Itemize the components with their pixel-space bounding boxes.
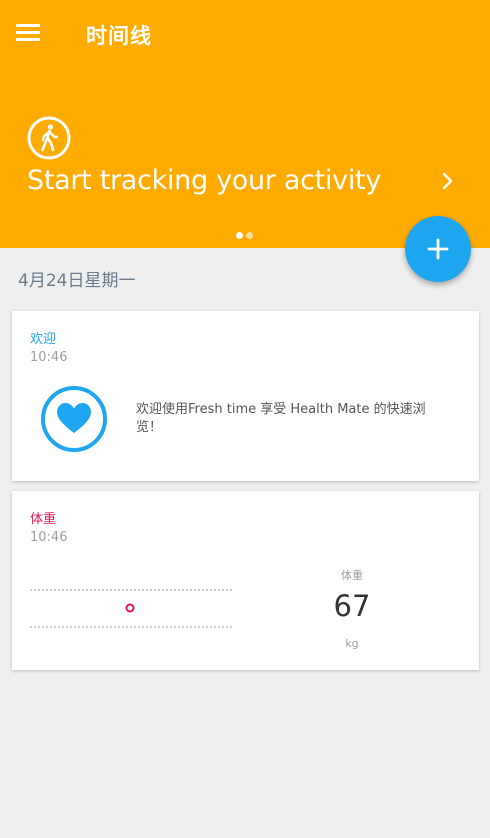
weight-unit: kg: [345, 637, 359, 650]
weight-value-label: 体重: [341, 569, 363, 582]
heart-icon: [41, 386, 107, 452]
chevron-right-icon[interactable]: [438, 168, 458, 194]
card-title: 欢迎: [30, 332, 57, 347]
pager-dot-active[interactable]: [236, 232, 243, 239]
banner-pager: [236, 232, 253, 239]
card-time: 10:46: [30, 530, 68, 545]
welcome-card[interactable]: 欢迎 10:46 欢迎使用Fresh time 享受 Health Mate 的…: [12, 311, 479, 481]
menu-icon[interactable]: [16, 24, 40, 42]
page-title: 时间线: [86, 24, 152, 48]
plus-icon: [427, 238, 449, 260]
walking-person-icon: [27, 116, 71, 160]
add-button[interactable]: [405, 216, 471, 282]
activity-banner[interactable]: Start tracking your activity: [0, 110, 490, 210]
weight-value: 67: [333, 589, 371, 623]
header: 时间线 Start tracking your activity: [0, 0, 490, 248]
timeline-date: 4月24日星期一: [18, 271, 136, 291]
card-time: 10:46: [30, 350, 68, 365]
card-title: 体重: [30, 512, 57, 527]
weight-data-point: [125, 603, 135, 613]
pager-dot[interactable]: [246, 232, 253, 239]
weight-card[interactable]: 体重 10:46 体重 67 kg: [12, 491, 479, 670]
welcome-message: 欢迎使用Fresh time 享受 Health Mate 的快速浏览！: [136, 402, 426, 435]
weight-sparkline: [30, 589, 232, 628]
banner-text: Start tracking your activity: [27, 165, 382, 196]
